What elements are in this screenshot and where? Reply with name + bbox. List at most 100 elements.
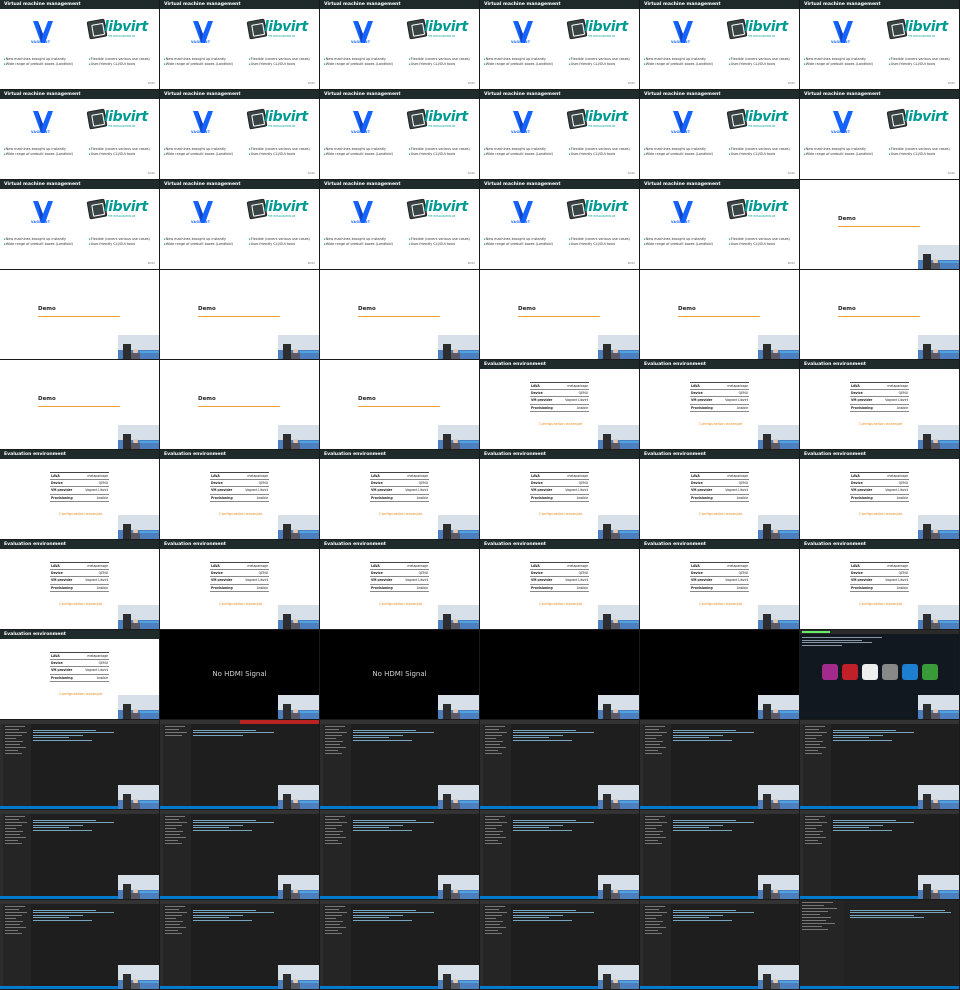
slide-vm-management[interactable]: Virtual machine management VAGRANT libvi… — [320, 180, 480, 270]
frame-no-signal[interactable]: No HDMI Signal — [160, 630, 320, 720]
slide-evaluation-environment[interactable]: Evaluation environment LAVA metaparkage D… — [160, 450, 320, 540]
table-cell: Device — [690, 479, 719, 488]
slide-evaluation-environment[interactable]: Evaluation environment LAVA metaparkage D… — [800, 360, 960, 450]
slide-evaluation-environment[interactable]: Evaluation environment LAVA metaparkage D… — [640, 450, 800, 540]
configuration-example-link[interactable]: Configuration example — [379, 601, 422, 606]
frame-code-editor[interactable] — [640, 720, 800, 810]
table-cell: Ansible — [718, 494, 749, 502]
configuration-example-link[interactable]: Configuration example — [219, 511, 262, 516]
slide-vm-management[interactable]: Virtual machine management VAGRANT libvi… — [0, 180, 160, 270]
configuration-example-link[interactable]: Configuration example — [59, 691, 102, 696]
slide-vm-management[interactable]: Virtual machine management VAGRANT libvi… — [160, 180, 320, 270]
frame-code-editor[interactable] — [0, 810, 160, 900]
bullet-item: Wide range of prebuilt boxes (Landfold) — [324, 242, 393, 247]
table-cell: VM provider — [690, 396, 719, 405]
slide-evaluation-environment[interactable]: Evaluation environment LAVA metaparkage D… — [320, 450, 480, 540]
frame-code-editor[interactable] — [160, 900, 320, 990]
table-cell: VM provider — [50, 576, 79, 585]
slide-title: Virtual machine management — [640, 90, 799, 99]
slide-vm-management[interactable]: Virtual machine management VAGRANT libvi… — [480, 180, 640, 270]
code-area — [33, 908, 123, 923]
top-panel — [800, 630, 959, 634]
slide-demo[interactable]: Demo — [640, 270, 800, 360]
frame-no-signal[interactable]: No HDMI Signal — [320, 630, 480, 720]
slide-vm-management[interactable]: Virtual machine management VAGRANT libvi… — [0, 0, 160, 90]
frame-code-editor[interactable] — [320, 810, 480, 900]
configuration-example-link[interactable]: Configuration example — [699, 601, 742, 606]
slide-vm-management[interactable]: Virtual machine management VAGRANT libvi… — [800, 0, 960, 90]
slide-evaluation-environment[interactable]: Evaluation environment LAVA metaparkage D… — [640, 540, 800, 630]
configuration-example-link[interactable]: Configuration example — [859, 601, 902, 606]
slide-demo[interactable]: Demo — [480, 270, 640, 360]
slide-vm-management[interactable]: Virtual machine management VAGRANT libvi… — [640, 180, 800, 270]
frame-code-editor[interactable] — [640, 810, 800, 900]
libvirt-subtitle: THE VIRTUALIZATION API — [748, 125, 776, 128]
slide-vm-management[interactable]: Virtual machine management VAGRANT libvi… — [320, 0, 480, 90]
frame-desktop[interactable] — [800, 630, 960, 720]
slide-evaluation-environment[interactable]: Evaluation environment LAVA metaparkage D… — [480, 540, 640, 630]
slide-evaluation-environment[interactable]: Evaluation environment LAVA metaparkage D… — [800, 540, 960, 630]
slide-vm-management[interactable]: Virtual machine management VAGRANT libvi… — [160, 0, 320, 90]
frame-code-editor[interactable] — [480, 720, 640, 810]
configuration-example-link[interactable]: Configuration example — [699, 421, 742, 426]
slide-demo[interactable]: Demo — [320, 360, 480, 450]
highlighted-tab[interactable] — [240, 720, 319, 724]
slide-evaluation-environment[interactable]: Evaluation environment LAVA metaparkage D… — [480, 360, 640, 450]
frame-code-editor[interactable] — [480, 810, 640, 900]
slide-evaluation-environment[interactable]: Evaluation environment LAVA metaparkage D… — [0, 540, 160, 630]
frame-code-editor[interactable] — [640, 900, 800, 990]
configuration-example-link[interactable]: Configuration example — [379, 511, 422, 516]
slide-evaluation-environment[interactable]: Evaluation environment LAVA metaparkage D… — [640, 360, 800, 450]
slide-vm-management[interactable]: Virtual machine management VAGRANT libvi… — [0, 90, 160, 180]
slide-vm-management[interactable]: Virtual machine management VAGRANT libvi… — [480, 90, 640, 180]
configuration-example-link[interactable]: Configuration example — [539, 421, 582, 426]
frame-code-editor[interactable] — [320, 900, 480, 990]
frame-code-editor[interactable] — [160, 720, 320, 810]
configuration-example-link[interactable]: Configuration example — [59, 511, 102, 516]
frame-code-editor[interactable] — [160, 810, 320, 900]
configuration-example-link[interactable]: Configuration example — [539, 511, 582, 516]
slide-evaluation-environment[interactable]: Evaluation environment LAVA metaparkage D… — [160, 540, 320, 630]
configuration-example-link[interactable]: Configuration example — [859, 421, 902, 426]
slide-vm-management[interactable]: Virtual machine management VAGRANT libvi… — [640, 90, 800, 180]
frame-code-editor-zoomed[interactable] — [800, 900, 960, 990]
app-icon[interactable] — [922, 664, 938, 680]
slide-vm-management[interactable]: Virtual machine management VAGRANT libvi… — [160, 90, 320, 180]
configuration-example-link[interactable]: Configuration example — [219, 601, 262, 606]
slide-demo-transition[interactable]: Virtual machine management VAGRANT libvi… — [800, 90, 960, 180]
bullet-item: User-friendly CLI/GUI tools — [89, 62, 150, 67]
app-icon[interactable] — [822, 664, 838, 680]
slide-evaluation-environment[interactable]: Evaluation environment LAVA metaparkage D… — [0, 450, 160, 540]
slide-demo[interactable]: Demo — [0, 270, 160, 360]
slide-vm-management[interactable]: Virtual machine management VAGRANT libvi… — [480, 0, 640, 90]
slide-evaluation-environment[interactable]: Evaluation environment LAVA metaparkage D… — [320, 540, 480, 630]
configuration-example-link[interactable]: Configuration example — [539, 601, 582, 606]
configuration-example-link[interactable]: Configuration example — [859, 511, 902, 516]
slide-vm-management[interactable]: Virtual machine management VAGRANT libvi… — [640, 0, 800, 90]
frame-code-editor[interactable] — [800, 720, 960, 810]
frame-black[interactable] — [480, 630, 640, 720]
frame-code-editor[interactable] — [0, 720, 160, 810]
slide-demo[interactable]: Demo — [320, 270, 480, 360]
table-row: VM provider Vagrant Libvirt — [850, 486, 909, 495]
slide-evaluation-environment[interactable]: Evaluation environment LAVA metaparkage D… — [0, 630, 160, 720]
app-icon[interactable] — [842, 664, 858, 680]
slide-demo[interactable]: Demo — [800, 180, 960, 270]
app-icon[interactable] — [862, 664, 878, 680]
slide-demo[interactable]: Demo — [0, 360, 160, 450]
slide-demo[interactable]: Demo — [160, 360, 320, 450]
app-icon[interactable] — [902, 664, 918, 680]
configuration-example-link[interactable]: Configuration example — [699, 511, 742, 516]
app-icon[interactable] — [882, 664, 898, 680]
frame-code-editor[interactable] — [480, 900, 640, 990]
slide-evaluation-environment[interactable]: Evaluation environment LAVA metaparkage D… — [480, 450, 640, 540]
frame-black[interactable] — [640, 630, 800, 720]
slide-evaluation-environment[interactable]: Evaluation environment LAVA metaparkage D… — [800, 450, 960, 540]
frame-code-editor[interactable] — [0, 900, 160, 990]
frame-code-editor[interactable] — [320, 720, 480, 810]
slide-demo[interactable]: Demo — [160, 270, 320, 360]
slide-demo[interactable]: Demo — [800, 270, 960, 360]
frame-code-editor[interactable] — [800, 810, 960, 900]
slide-vm-management[interactable]: Virtual machine management VAGRANT libvi… — [320, 90, 480, 180]
configuration-example-link[interactable]: Configuration example — [59, 601, 102, 606]
